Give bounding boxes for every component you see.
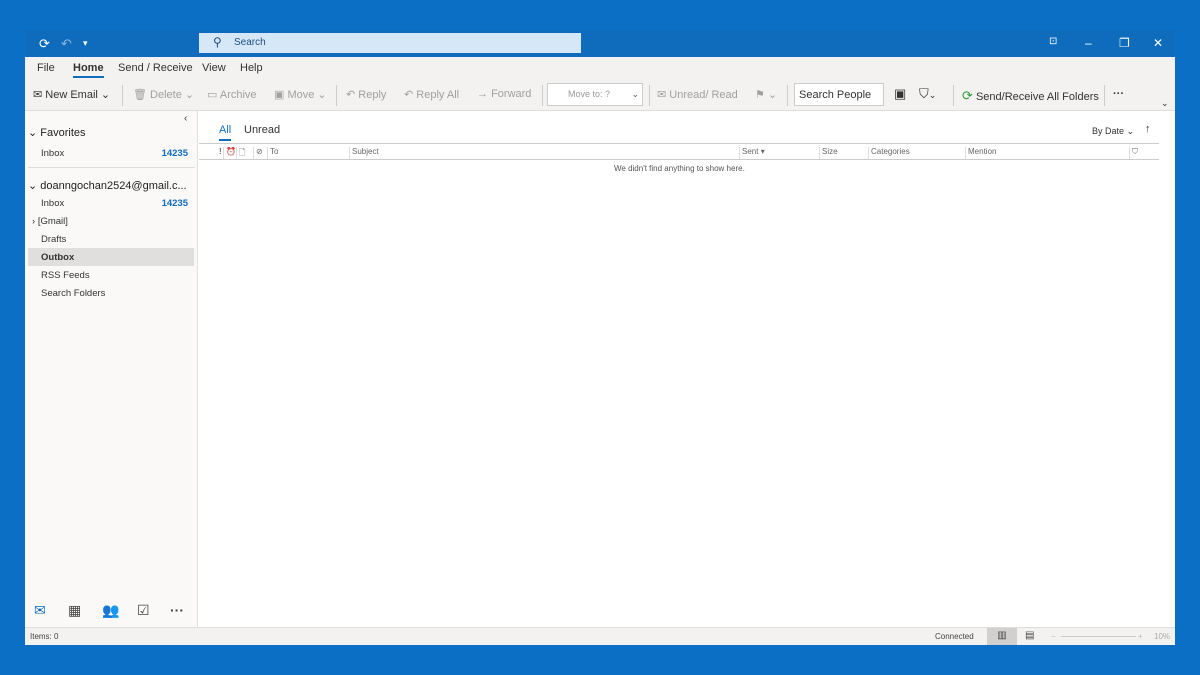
- new-email-button[interactable]: ✉ New Email ⌄: [33, 88, 110, 101]
- customize-toolbar-icon[interactable]: ▾: [83, 38, 88, 49]
- archive-icon: ▭: [207, 89, 218, 101]
- attachment-icon[interactable]: ⊘: [253, 147, 263, 159]
- undo-icon[interactable]: ↶: [61, 36, 72, 52]
- col-sent[interactable]: Sent ▾: [739, 147, 819, 159]
- folder-inbox[interactable]: Inbox 14235: [28, 194, 194, 212]
- address-book-icon[interactable]: ▣: [894, 86, 906, 102]
- tab-unread[interactable]: Unread: [244, 124, 280, 136]
- col-subject[interactable]: Subject: [349, 147, 379, 159]
- column-filter-icon[interactable]: ⛉: [1129, 147, 1138, 159]
- sort-by-date[interactable]: By Date ⌄: [1092, 126, 1134, 137]
- people-icon[interactable]: 👥: [102, 602, 119, 619]
- reply-button[interactable]: ↶ Reply: [346, 88, 386, 101]
- unread-read-button[interactable]: ✉ Unread/ Read: [657, 88, 738, 101]
- menu-home[interactable]: Home: [73, 62, 104, 78]
- zoom-in-button[interactable]: +: [1138, 632, 1143, 641]
- favorite-inbox[interactable]: Inbox 14235: [28, 144, 194, 162]
- search-people-input[interactable]: Search People: [794, 83, 884, 106]
- account-header[interactable]: ⌄ doanngochan2524@gmail.c...: [28, 179, 187, 192]
- empty-message: We didn't find anything to show here.: [614, 164, 745, 173]
- envelope-open-icon: ✉: [657, 89, 667, 101]
- menu-view[interactable]: View: [202, 62, 226, 74]
- folder-outbox[interactable]: Outbox: [28, 248, 194, 266]
- folder-rss-feeds[interactable]: RSS Feeds: [28, 266, 194, 284]
- mail-icon[interactable]: ✉: [34, 602, 46, 619]
- collapse-pane-icon[interactable]: ‹: [184, 113, 187, 124]
- icon-column-icon[interactable]: 🗋: [236, 147, 245, 159]
- sync-icon: ⟳: [962, 88, 973, 103]
- tasks-icon[interactable]: ☑: [137, 602, 150, 619]
- close-button[interactable]: ✕: [1153, 36, 1163, 50]
- menu-send-receive[interactable]: Send / Receive: [118, 62, 193, 74]
- zoom-level: 10%: [1154, 632, 1171, 641]
- move-icon: ▣: [274, 89, 285, 101]
- tab-all[interactable]: All: [219, 124, 232, 141]
- folder-pane: ‹ ⌄ Favorites Inbox 14235 ⌄ doanngochan25…: [25, 111, 198, 627]
- restore-button[interactable]: ❐: [1119, 36, 1130, 50]
- reply-icon: ↶: [346, 89, 356, 101]
- title-bar: ⟳ ↶ ▾ ⚲ Search ⊡ – ❐ ✕: [25, 30, 1175, 57]
- normal-view-button[interactable]: ▥: [987, 628, 1017, 645]
- filter-email-icon[interactable]: ⛉⌄: [919, 86, 936, 102]
- expand-ribbon-icon[interactable]: ⌄: [1161, 98, 1169, 109]
- search-input[interactable]: ⚲ Search: [199, 33, 581, 53]
- send-receive-all-button[interactable]: ⟳ Send/Receive All Folders: [962, 88, 1099, 104]
- mail-icon: ✉: [33, 89, 43, 101]
- sort-direction-icon[interactable]: ↑: [1145, 123, 1151, 135]
- minimize-button[interactable]: –: [1085, 36, 1092, 50]
- reminder-icon[interactable]: ⏰: [223, 147, 236, 159]
- forward-button[interactable]: → Forward: [477, 88, 531, 100]
- ribbon: ✉ New Email ⌄ 🗑 Delete ⌄ ▭ Archive ▣ Mov…: [25, 80, 1175, 111]
- archive-button[interactable]: ▭ Archive: [207, 88, 257, 101]
- items-count: Items: 0: [30, 632, 59, 641]
- col-importance[interactable]: !: [217, 147, 222, 159]
- col-categories[interactable]: Categories: [868, 147, 910, 159]
- forward-icon: →: [477, 88, 488, 100]
- message-list: All Unread By Date ⌄ ↑ ! ⏰ 🗋 ⊘ To Subjec…: [199, 111, 1175, 627]
- zoom-slider[interactable]: [1061, 636, 1136, 637]
- zoom-out-button[interactable]: −: [1051, 632, 1056, 641]
- col-mention[interactable]: Mention: [965, 147, 996, 159]
- flag-button[interactable]: ⚑ ⌄: [755, 88, 777, 101]
- sync-icon[interactable]: ⟳: [39, 36, 50, 52]
- folder-gmail[interactable]: › [Gmail]: [28, 212, 194, 230]
- more-commands-button[interactable]: ···: [1113, 88, 1124, 100]
- status-bar: Items: 0 Connected ▥ ▤ − + 10%: [25, 627, 1175, 645]
- calendar-icon[interactable]: ▦: [68, 602, 81, 619]
- module-nav: ✉ ▦ 👥 ☑ ···: [25, 595, 198, 627]
- column-headers: ! ⏰ 🗋 ⊘ To Subject Sent ▾ Size Categorie…: [199, 143, 1159, 160]
- folder-drafts[interactable]: Drafts: [28, 230, 194, 248]
- menu-help[interactable]: Help: [240, 62, 263, 74]
- delete-button[interactable]: 🗑 Delete ⌄: [133, 88, 194, 101]
- favorites-header[interactable]: ⌄ Favorites: [28, 126, 86, 139]
- menu-bar: File Home Send / Receive View Help: [25, 57, 1175, 80]
- folder-search-folders[interactable]: Search Folders: [28, 284, 194, 302]
- outlook-window: ⟳ ↶ ▾ ⚲ Search ⊡ – ❐ ✕ File Home Send / R…: [25, 30, 1175, 645]
- menu-file[interactable]: File: [37, 62, 55, 74]
- flag-icon: ⚑: [755, 89, 765, 101]
- more-apps-icon[interactable]: ···: [170, 602, 184, 618]
- coming-soon-icon[interactable]: ⊡: [1049, 36, 1057, 47]
- col-size[interactable]: Size: [819, 147, 838, 159]
- reply-all-button[interactable]: ↶ Reply All: [404, 88, 459, 101]
- connection-status: Connected: [935, 632, 974, 641]
- reply-all-icon: ↶: [404, 89, 414, 101]
- reading-view-button[interactable]: ▤: [1025, 630, 1034, 641]
- trash-icon: 🗑: [133, 89, 147, 101]
- move-to-dropdown[interactable]: Move to: ? ⌄: [547, 83, 643, 106]
- col-to[interactable]: To: [267, 147, 278, 159]
- move-button[interactable]: ▣ Move ⌄: [274, 88, 327, 101]
- search-icon: ⚲: [213, 35, 222, 49]
